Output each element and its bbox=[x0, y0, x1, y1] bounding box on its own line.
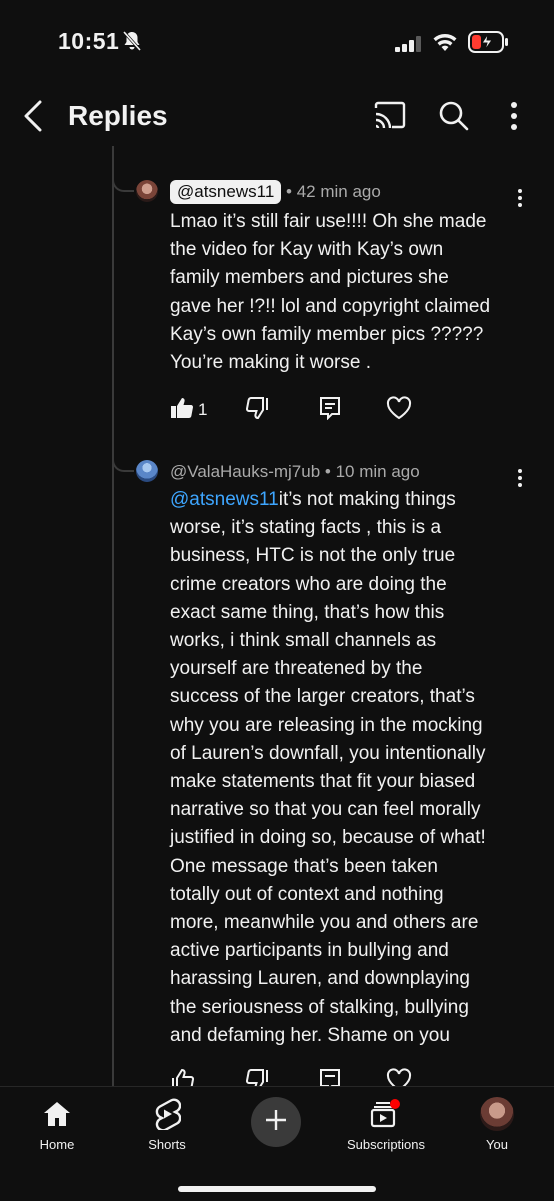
reply-line: and defaming her. Shame on you bbox=[170, 1024, 450, 1046]
avatar bbox=[442, 1095, 552, 1133]
nav-you[interactable]: You bbox=[442, 1095, 552, 1152]
reply-time: 10 min ago bbox=[335, 462, 420, 481]
reply-line: make statements that fit your biased bbox=[170, 771, 476, 793]
reply-line: more, meanwhile you and others are bbox=[170, 912, 479, 934]
reply-line: family members and pictures she bbox=[170, 267, 449, 289]
reply-line: active participants in bullying and bbox=[170, 940, 449, 962]
reply-line: the seriousness of stalking, bullying bbox=[170, 996, 469, 1018]
bottom-nav: Home Shorts Subscriptions You bbox=[0, 1086, 554, 1201]
wifi-icon bbox=[432, 32, 458, 57]
search-icon[interactable] bbox=[438, 100, 470, 137]
reply-line: crime creators who are doing the bbox=[170, 573, 447, 595]
app-bar: Replies bbox=[0, 86, 554, 146]
reply-line: justified in doing so, because of what! bbox=[170, 827, 486, 849]
heart-icon[interactable] bbox=[386, 396, 412, 425]
reply-line: harassing Lauren, and downplaying bbox=[170, 968, 470, 990]
reply-line: @atsnews11it’s not making things bbox=[170, 486, 520, 514]
nav-home[interactable]: Home bbox=[2, 1095, 112, 1152]
reply-line: Lmao it’s still fair use!!!! Oh she made bbox=[170, 211, 487, 232]
reply-line: exact same thing, that’s how this bbox=[170, 601, 445, 623]
reply-text: Lmao it’s still fair use!!!! Oh she made… bbox=[170, 208, 520, 377]
reply-line: You’re making it worse . bbox=[170, 352, 372, 374]
more-vert-icon[interactable] bbox=[500, 100, 528, 137]
mention-link[interactable]: @atsnews11 bbox=[170, 489, 279, 510]
reply-icon[interactable] bbox=[318, 396, 342, 425]
reply-line: the video for Kay with Kay’s own bbox=[170, 239, 444, 261]
reply-author-handle[interactable]: @ValaHauks-mj7ub bbox=[170, 462, 320, 481]
home-icon bbox=[2, 1095, 112, 1133]
more-vert-icon[interactable] bbox=[510, 468, 530, 488]
status-bar: 10:51 bbox=[0, 0, 554, 86]
reply-line: yourself are threatened by the bbox=[170, 658, 423, 680]
reply-line: business, HTC is not the only true bbox=[170, 545, 456, 567]
nav-label: Subscriptions bbox=[346, 1137, 426, 1152]
reply-line: narrative so that you can feel morally bbox=[170, 799, 481, 821]
home-indicator bbox=[178, 1186, 376, 1192]
like-count: 1 bbox=[198, 400, 208, 419]
reply-line: Kay’s own family member pics ????? bbox=[170, 323, 484, 345]
reply-line: of Lauren’s downfall, you intentionally bbox=[170, 742, 486, 764]
reply-actions: 1 bbox=[170, 396, 430, 426]
back-arrow-icon[interactable] bbox=[20, 98, 48, 139]
reply-author-handle[interactable]: @atsnews11 bbox=[170, 180, 282, 204]
more-vert-icon[interactable] bbox=[510, 188, 530, 208]
avatar[interactable] bbox=[136, 180, 158, 202]
thread-connector bbox=[112, 170, 134, 192]
like-button[interactable] bbox=[170, 396, 194, 425]
dislike-button[interactable] bbox=[246, 396, 270, 425]
thread-line bbox=[112, 146, 114, 1086]
reply-line: totally out of context and nothing bbox=[170, 883, 444, 905]
reply-line-rest: it’s not making things bbox=[278, 489, 456, 510]
subscriptions-icon bbox=[331, 1095, 441, 1133]
signal-icon bbox=[395, 36, 423, 57]
reply-time: 42 min ago bbox=[296, 182, 381, 201]
avatar[interactable] bbox=[136, 460, 158, 482]
nav-shorts[interactable]: Shorts bbox=[112, 1095, 222, 1152]
battery-charging-icon bbox=[468, 30, 510, 59]
plus-icon bbox=[264, 1108, 288, 1137]
cast-icon[interactable] bbox=[373, 100, 407, 135]
thread-connector bbox=[112, 450, 134, 472]
page-title: Replies bbox=[68, 100, 168, 131]
nav-label: Shorts bbox=[148, 1137, 186, 1152]
status-time: 10:51 bbox=[58, 28, 120, 54]
profile-avatar bbox=[480, 1097, 514, 1131]
reply-text: @atsnews11it’s not making things worse, … bbox=[170, 486, 520, 1050]
bell-slash-icon bbox=[122, 30, 142, 57]
create-button[interactable] bbox=[251, 1097, 301, 1147]
nav-subscriptions[interactable]: Subscriptions bbox=[331, 1095, 441, 1152]
shorts-icon bbox=[112, 1095, 222, 1133]
reply-line: One message that’s been taken bbox=[170, 855, 438, 877]
reply-meta: @ValaHauks-mj7ub • 10 min ago bbox=[170, 462, 420, 482]
nav-label: Home bbox=[39, 1137, 75, 1152]
reply-line: success of the larger creators, that’s bbox=[170, 686, 475, 708]
reply-line: worse, it’s stating facts , this is a bbox=[170, 517, 442, 539]
meta-separator: • bbox=[286, 182, 292, 201]
reply-line: why you are releasing in the mocking bbox=[170, 714, 483, 736]
meta-separator: • bbox=[324, 462, 331, 481]
reply-line: works, i think small channels as bbox=[170, 630, 437, 652]
nav-label: You bbox=[486, 1137, 508, 1152]
reply-line: gave her !?!! lol and copyright claimed bbox=[170, 295, 491, 317]
reply-meta: @atsnews11 • 42 min ago bbox=[170, 180, 381, 204]
